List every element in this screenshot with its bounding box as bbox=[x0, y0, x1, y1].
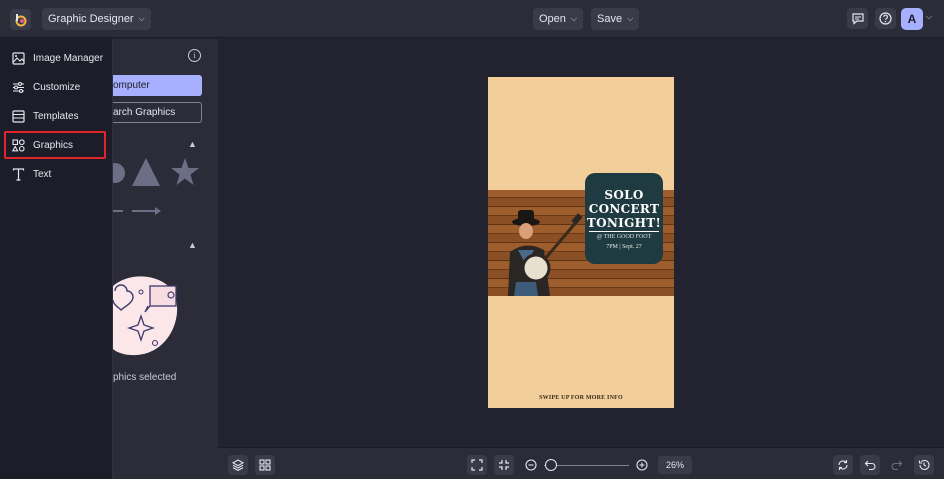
help-button[interactable] bbox=[875, 8, 896, 29]
swipe-up-text[interactable]: SWIPE UP FOR MORE INFO bbox=[488, 395, 674, 401]
top-bar: Graphic Designer ⌵ Open ⌵ Save ⌵ A ⌵ bbox=[0, 0, 944, 38]
history-icon bbox=[918, 459, 930, 471]
chevron-down-icon[interactable]: ⌵ bbox=[926, 12, 932, 22]
graphics-icon bbox=[12, 138, 25, 152]
app-switcher-label: Graphic Designer bbox=[48, 13, 134, 25]
templates-icon bbox=[12, 109, 25, 123]
upload-from-computer-button[interactable]: omputer bbox=[113, 75, 202, 96]
grid-icon bbox=[259, 459, 271, 471]
menu-item-customize[interactable]: Customize bbox=[6, 74, 106, 100]
undo-icon bbox=[864, 460, 876, 471]
menu-item-label: Text bbox=[33, 168, 52, 180]
venue-text[interactable]: @ THE GOOD FOOT bbox=[585, 234, 663, 240]
left-menu: Image Manager Customize Templates Graphi… bbox=[0, 39, 113, 479]
bottom-toolbar: 26% bbox=[218, 447, 944, 479]
image-icon bbox=[12, 51, 25, 65]
zoom-slider-handle[interactable] bbox=[544, 459, 557, 471]
upload-button-label: omputer bbox=[113, 80, 150, 91]
arrow-shape-icon[interactable] bbox=[132, 207, 161, 215]
save-label: Save bbox=[597, 13, 623, 25]
star-shape-icon[interactable] bbox=[171, 158, 199, 185]
open-menu-button[interactable]: Open ⌵ bbox=[533, 8, 583, 30]
no-graphics-illustration bbox=[113, 276, 178, 356]
no-graphics-selected-text: phics selected bbox=[113, 372, 177, 383]
title-line-1: SOLO bbox=[604, 188, 644, 202]
menu-item-templates[interactable]: Templates bbox=[6, 103, 106, 129]
circle-shape-icon[interactable] bbox=[113, 163, 125, 183]
event-title-card[interactable]: SOLO CONCERT TONIGHT! @ THE GOOD FOOT 7P… bbox=[585, 173, 663, 264]
design-artboard[interactable]: SOLO CONCERT TONIGHT! @ THE GOOD FOOT 7P… bbox=[488, 77, 674, 408]
menu-item-label: Templates bbox=[33, 110, 79, 122]
menu-item-label: Image Manager bbox=[33, 52, 104, 64]
help-icon bbox=[879, 12, 892, 25]
redo-icon bbox=[891, 460, 903, 471]
menu-item-label: Graphics bbox=[33, 139, 74, 151]
history-button[interactable] bbox=[914, 455, 934, 475]
triangle-shape-icon[interactable] bbox=[132, 158, 160, 186]
chevron-down-icon: ⌵ bbox=[138, 14, 145, 23]
expand-icon bbox=[471, 459, 483, 471]
menu-item-label: Customize bbox=[33, 81, 81, 93]
zoom-level[interactable]: 26% bbox=[658, 456, 692, 474]
app-switcher-dropdown[interactable]: Graphic Designer ⌵ bbox=[42, 8, 151, 30]
replace-button[interactable] bbox=[833, 455, 853, 475]
undo-button[interactable] bbox=[860, 455, 880, 475]
card-divider bbox=[589, 231, 659, 232]
zoom-in-icon[interactable] bbox=[636, 459, 648, 471]
zoom-out-icon[interactable] bbox=[525, 459, 537, 471]
chevron-up-icon[interactable]: ▲ bbox=[188, 139, 197, 149]
title-line-2: CONCERT bbox=[588, 202, 660, 216]
search-button-label: arch Graphics bbox=[113, 107, 176, 118]
shapes-preview bbox=[113, 158, 199, 215]
menu-item-text[interactable]: Text bbox=[6, 161, 106, 187]
search-graphics-button[interactable]: arch Graphics bbox=[113, 102, 202, 123]
sliders-icon bbox=[13, 81, 24, 93]
comments-button[interactable] bbox=[847, 8, 868, 29]
actual-size-button[interactable] bbox=[494, 455, 514, 475]
save-menu-button[interactable]: Save ⌵ bbox=[591, 8, 640, 30]
layers-icon bbox=[232, 459, 244, 471]
time-text[interactable]: 7PM | Sept. 27 bbox=[585, 244, 663, 250]
open-label: Open bbox=[539, 13, 566, 25]
chevron-up-icon[interactable]: ▲ bbox=[188, 240, 197, 250]
title-line-3: TONIGHT! bbox=[586, 216, 662, 230]
collapse-icon bbox=[499, 460, 509, 470]
fit-to-screen-button[interactable] bbox=[467, 455, 487, 475]
redo-button[interactable] bbox=[887, 455, 907, 475]
menu-item-image-manager[interactable]: Image Manager bbox=[6, 45, 106, 71]
info-icon[interactable]: i bbox=[188, 49, 201, 62]
graphics-panel: i omputer arch Graphics ▲ ▲ phics select… bbox=[113, 39, 218, 479]
chevron-down-icon: ⌵ bbox=[627, 14, 634, 23]
comment-icon bbox=[851, 12, 864, 25]
grid-view-button[interactable] bbox=[255, 455, 275, 475]
refresh-icon bbox=[838, 460, 848, 470]
text-icon bbox=[12, 167, 25, 181]
app-logo-icon[interactable] bbox=[10, 9, 31, 30]
user-avatar[interactable]: A bbox=[901, 8, 923, 30]
menu-item-graphics[interactable]: Graphics bbox=[4, 131, 106, 159]
event-title[interactable]: SOLO CONCERT TONIGHT! bbox=[585, 188, 663, 230]
chevron-down-icon: ⌵ bbox=[570, 14, 577, 23]
layers-button[interactable] bbox=[228, 455, 248, 475]
zoom-slider-track[interactable] bbox=[544, 465, 629, 466]
